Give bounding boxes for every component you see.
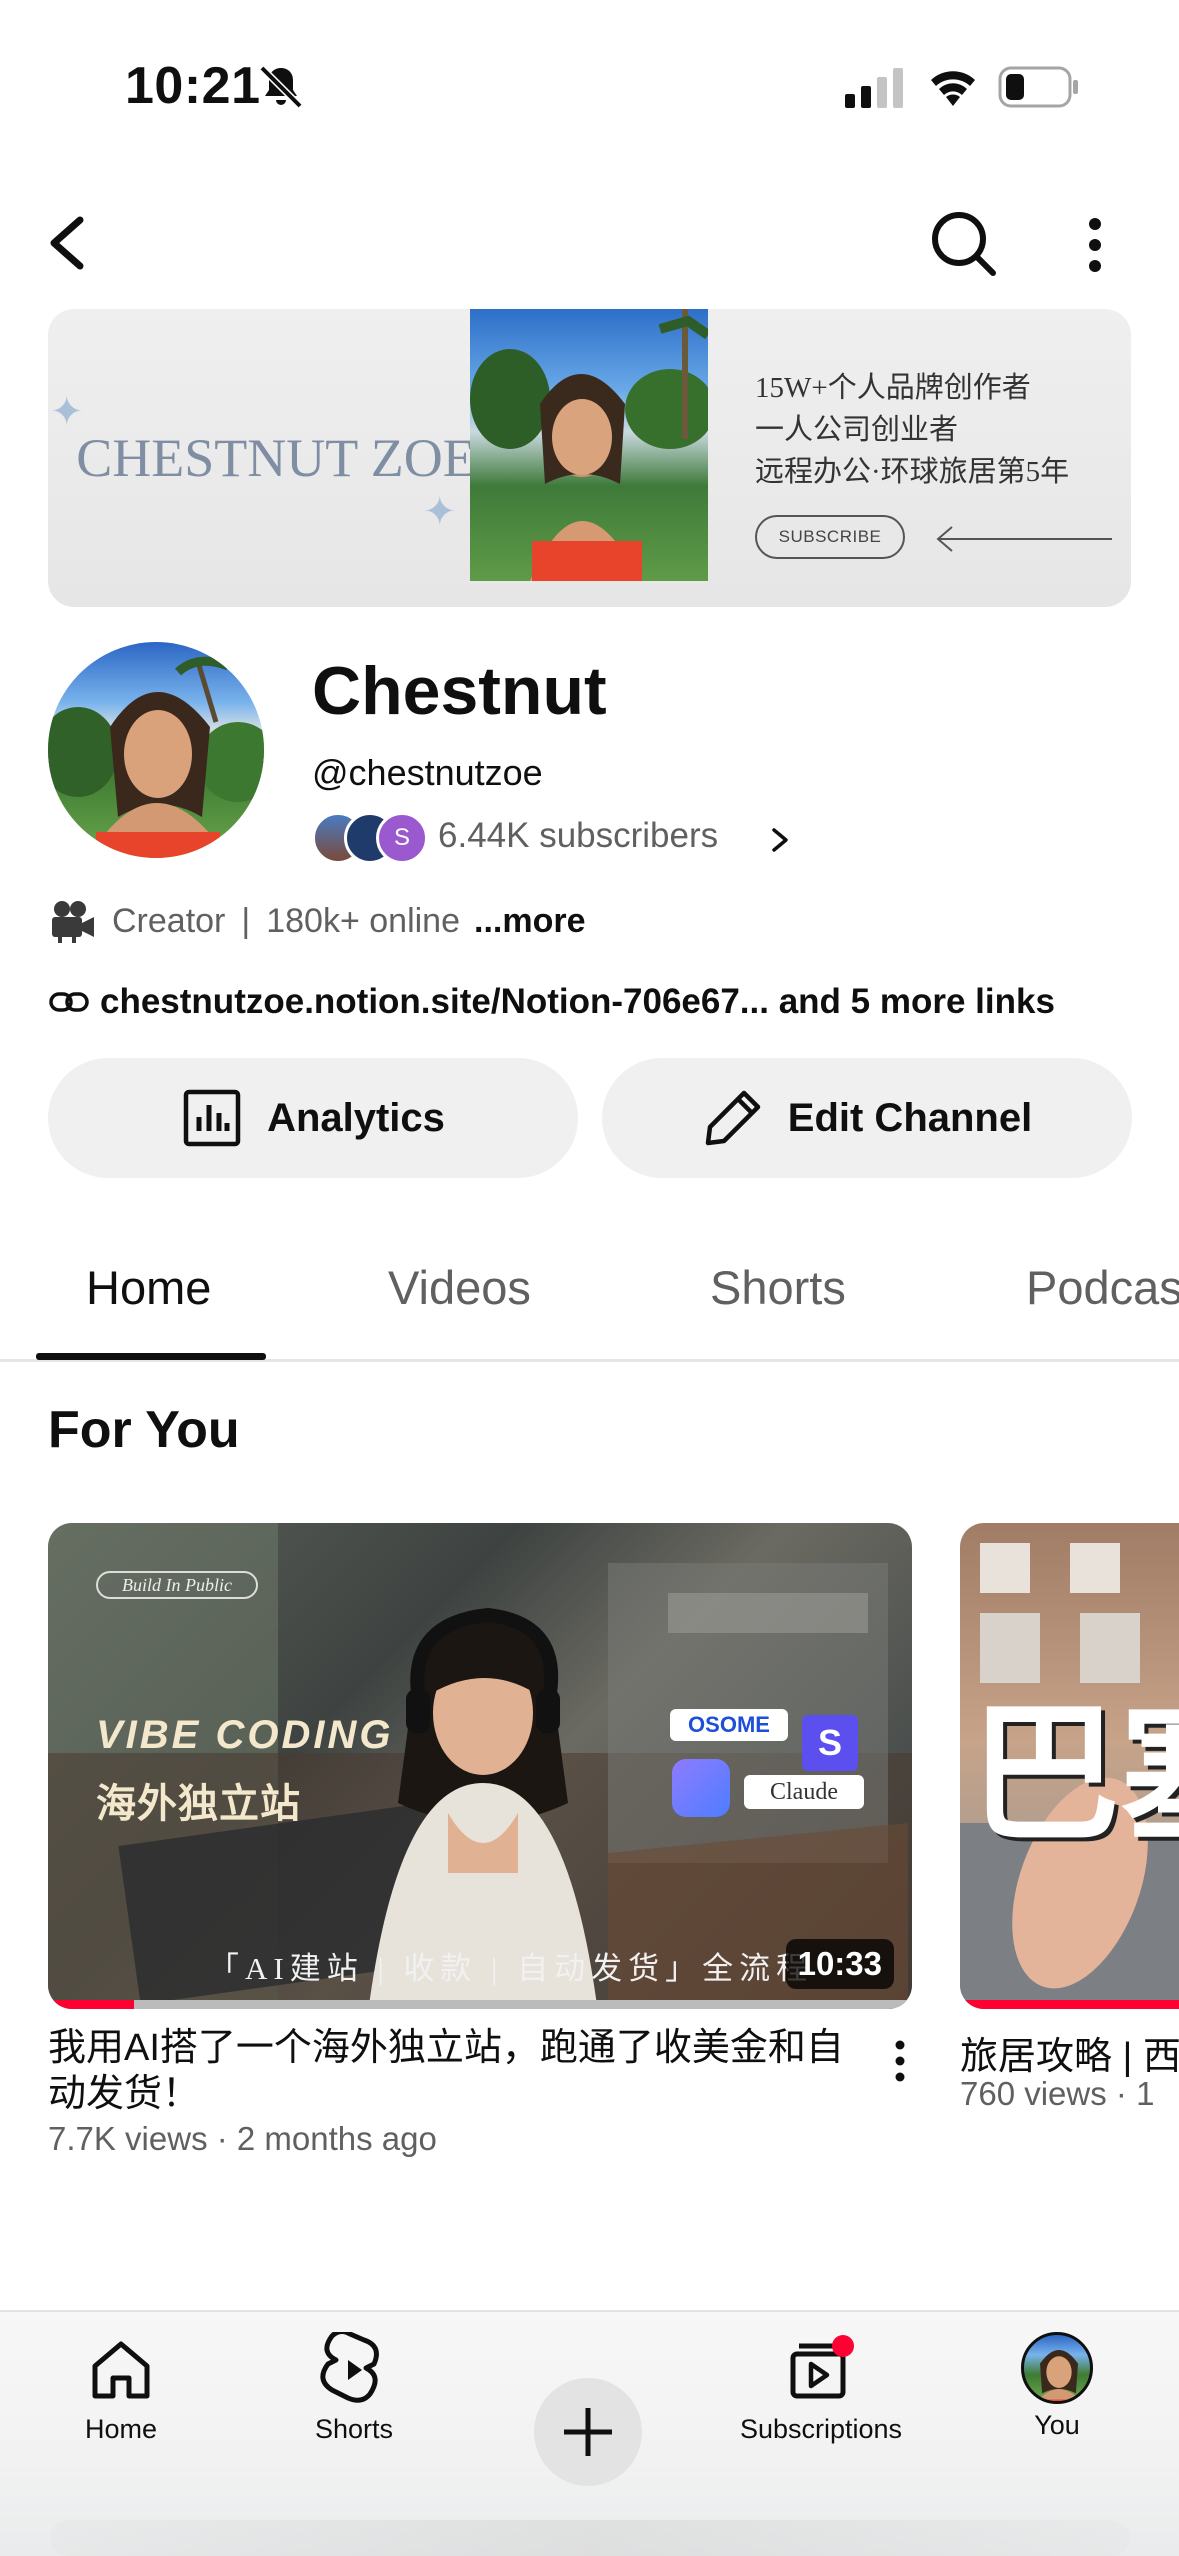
tab-shorts[interactable]: Shorts [710, 1260, 846, 1315]
subscriber-avatar: S [376, 812, 428, 864]
status-time: 10:21 [125, 57, 261, 115]
app-logo-icon [672, 1759, 730, 1817]
section-title: For You [48, 1401, 240, 1459]
cellular-signal-icon [845, 68, 903, 108]
channel-banner: ✦ ✦ CHESTNUT ZOE 15W+个人品牌创作者 一人公司创业者 远程办… [48, 309, 1131, 607]
stripe-logo: S [802, 1715, 858, 1771]
wifi-icon [931, 71, 975, 106]
more-link[interactable]: ...more [474, 902, 585, 941]
video-meta: 760 views · 1 [960, 2075, 1155, 2112]
video-title[interactable]: 我用AI搭了一个海外独立站，跑通了收美金和自动发货！ [48, 2025, 858, 2117]
edit-channel-label: Edit Channel [787, 1095, 1033, 1140]
link-icon [49, 992, 89, 1012]
channel-links[interactable]: chestnutzoe.notion.site/Notion-706e67...… [48, 982, 1055, 1022]
analytics-label: Analytics [267, 1095, 445, 1140]
more-vertical-icon[interactable] [880, 2036, 920, 2086]
meta-online: 180k+ online [266, 901, 460, 940]
nav-subscriptions[interactable]: Subscriptions [721, 2332, 921, 2462]
pencil-icon [705, 1090, 761, 1146]
more-vertical-icon[interactable] [1070, 210, 1120, 280]
subscriber-count[interactable]: 6.44K subscribers [438, 816, 718, 856]
banner-photo [470, 309, 708, 581]
tab-videos[interactable]: Videos [388, 1260, 531, 1315]
shorts-icon [320, 2332, 379, 2403]
back-arrow-icon[interactable] [40, 208, 104, 278]
banner-line: 15W+个人品牌创作者 [755, 372, 1031, 404]
watch-progress-track [960, 2000, 1179, 2009]
nav-you[interactable]: You [957, 2332, 1157, 2462]
channel-handle: @chestnutzoe [312, 752, 543, 793]
osome-logo: OSOME [670, 1709, 788, 1741]
banner-brand: CHESTNUT ZOE [76, 428, 476, 488]
home-indicator [50, 2520, 1130, 2556]
sparkle-icon: ✦ [423, 490, 457, 534]
banner-line: 远程办公·环球旅居第5年 [755, 456, 1070, 488]
channel-meta[interactable]: Creator | 180k+ online ...more [48, 896, 585, 946]
battery-icon [998, 66, 1078, 108]
watch-progress-track [48, 2000, 912, 2009]
video-thumbnail[interactable]: Build In Public VIBE CODING 海外独立站 OSOME … [48, 1523, 912, 2009]
create-button[interactable] [534, 2378, 642, 2486]
tab-home[interactable]: Home [86, 1260, 211, 1315]
nav-label: You [1034, 2410, 1080, 2440]
channel-avatar[interactable] [48, 642, 264, 858]
profile-avatar-icon [1021, 2332, 1093, 2404]
build-in-public-badge: Build In Public [96, 1571, 258, 1599]
claude-logo: Claude [744, 1775, 864, 1809]
nav-label: Home [84, 2414, 158, 2444]
thumbnail-headline: 巴塞 [970, 1688, 1179, 1862]
status-bar: 10:21 [0, 0, 1179, 170]
subscriptions-icon [790, 2335, 854, 2399]
chevron-right-icon[interactable] [768, 824, 792, 856]
nav-label: Shorts [314, 2414, 394, 2444]
links-text: chestnutzoe.notion.site/Notion-706e67...… [100, 982, 1055, 1021]
channel-tabs: Home Videos Shorts Podcasts [0, 1230, 1179, 1362]
active-tab-indicator [36, 1353, 266, 1360]
search-icon[interactable] [925, 205, 1001, 281]
nav-home[interactable]: Home [21, 2332, 221, 2462]
analytics-button[interactable]: Analytics [48, 1058, 578, 1178]
banner-subscribe-graphic: SUBSCRIBE [755, 515, 905, 559]
banner-tagline: 15W+个人品牌创作者 一人公司创业者 远程办公·环球旅居第5年 [755, 367, 1069, 493]
video-thumbnail[interactable]: 巴塞 [960, 1523, 1179, 2009]
edit-channel-button[interactable]: Edit Channel [602, 1058, 1132, 1178]
tab-podcasts[interactable]: Podcasts [1026, 1260, 1179, 1315]
meta-separator: | [241, 901, 251, 940]
nav-label: Subscriptions [739, 2414, 903, 2444]
video-title[interactable]: 旅居攻略 | 西 [960, 2025, 1179, 2080]
thumbnail-caption: 「AI建站 | 收款 | 自动发货」全流程 [208, 1951, 814, 1986]
video-duration: 10:33 [785, 1939, 894, 1989]
home-icon [92, 2341, 150, 2399]
meta-role: Creator [112, 901, 226, 940]
channel-name: Chestnut [312, 653, 607, 729]
bell-off-icon [259, 65, 303, 109]
watch-progress-bar [48, 2000, 135, 2009]
video-meta: 7.7K views · 2 months ago [48, 2120, 437, 2157]
analytics-icon [183, 1089, 241, 1147]
nav-shorts[interactable]: Shorts [254, 2332, 454, 2462]
thumbnail-headline: VIBE CODING [96, 1713, 394, 1757]
banner-line: 一人公司创业者 [755, 414, 959, 446]
arrow-left-icon [936, 526, 1112, 552]
create-plus-icon [564, 2408, 612, 2456]
movie-camera-icon [52, 901, 94, 943]
subscriber-avatars: S [312, 812, 428, 864]
watch-progress-bar [960, 2000, 1179, 2009]
thumbnail-subheadline: 海外独立站 [96, 1782, 301, 1826]
